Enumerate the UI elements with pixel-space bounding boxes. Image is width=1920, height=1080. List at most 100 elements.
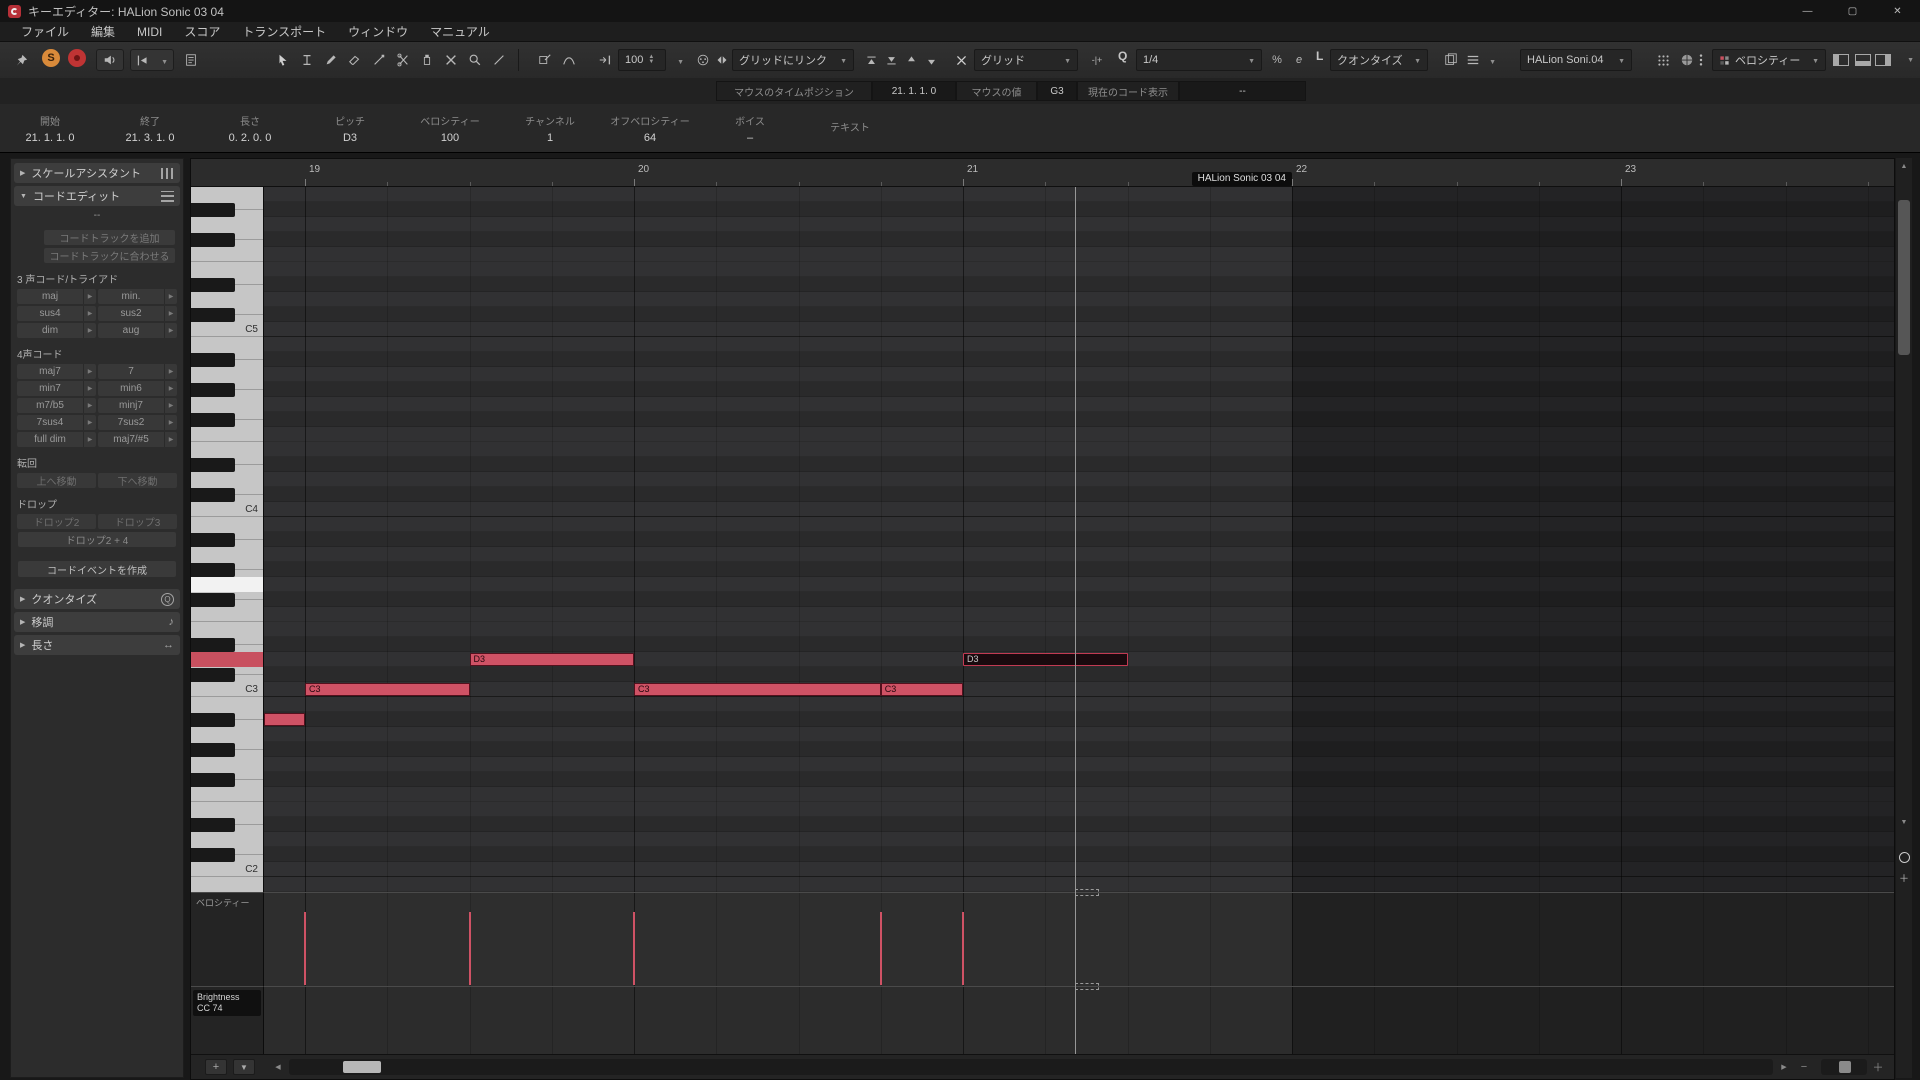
colors-wheel-icon[interactable] xyxy=(1676,49,1698,71)
quantize-preset-dropdown[interactable]: 1/4 xyxy=(1136,49,1262,71)
chord-button-aug[interactable]: aug xyxy=(98,323,177,338)
chord-button-maj7[interactable]: maj7 xyxy=(17,364,96,379)
create-chord-event-button[interactable]: コードイベントを作成 xyxy=(18,561,176,577)
chord-button-m7-b5[interactable]: m7/b5 xyxy=(17,398,96,413)
chord-button--3[interactable]: ドロップ3 xyxy=(98,514,177,529)
chord-variant-arrow-icon[interactable] xyxy=(83,381,96,396)
section-transpose[interactable]: 移調 ♪ xyxy=(14,612,180,632)
info-field-8[interactable]: テキスト xyxy=(800,104,900,152)
info-field-0[interactable]: 開始 21. 1. 1. 0 xyxy=(0,104,100,152)
select-tool[interactable] xyxy=(272,49,294,71)
menu-item-4[interactable]: トランスポート xyxy=(231,23,337,40)
chord-variant-arrow-icon[interactable] xyxy=(83,415,96,430)
piano-key-black[interactable] xyxy=(191,277,235,292)
drop-2-4-button[interactable]: ドロップ2 + 4 xyxy=(18,532,176,547)
chord-variant-arrow-icon[interactable] xyxy=(83,306,96,321)
piano-key-black[interactable] xyxy=(191,847,235,862)
lane-resize-handle[interactable] xyxy=(1074,983,1099,990)
info-field-1[interactable]: 終了 21. 3. 1. 0 xyxy=(100,104,200,152)
horizontal-zoom-slider[interactable] xyxy=(1821,1059,1867,1075)
insert-velocity-menu[interactable] xyxy=(668,49,684,71)
move-down-icon[interactable] xyxy=(922,49,940,71)
piano-key-black[interactable] xyxy=(191,772,235,787)
left-zone-toggle[interactable] xyxy=(1832,49,1850,71)
quantize-panel-icon[interactable]: e xyxy=(1290,49,1308,71)
chord-button--[interactable]: 下へ移動 xyxy=(98,473,177,488)
pin-editor-icon[interactable] xyxy=(10,49,32,71)
follow-chord-track-button[interactable]: コードトラックに合わせる xyxy=(44,248,175,263)
spinner-icon[interactable]: ▲ ▼ xyxy=(648,54,654,65)
trim-tool[interactable] xyxy=(368,49,390,71)
grid-type-dropdown[interactable]: グリッド xyxy=(974,49,1078,71)
snap-toggle-icon[interactable] xyxy=(950,49,972,71)
info-field-7[interactable]: ボイス – xyxy=(700,104,800,152)
chord-variant-arrow-icon[interactable] xyxy=(83,323,96,338)
zoom-slider-thumb[interactable] xyxy=(1839,1061,1851,1073)
scroll-up-button[interactable]: ▲ xyxy=(1896,158,1912,174)
piano-key-black[interactable] xyxy=(191,307,235,322)
mute-tool[interactable] xyxy=(440,49,462,71)
right-zone-toggle[interactable] xyxy=(1874,49,1892,71)
horizontal-scrollbar-thumb[interactable] xyxy=(343,1061,381,1073)
chord-variant-arrow-icon[interactable] xyxy=(83,289,96,304)
move-up-icon[interactable] xyxy=(902,49,920,71)
midi-note-c3[interactable]: C3 xyxy=(634,683,881,696)
insert-velocity-field[interactable]: 100 ▲ ▼ xyxy=(618,49,666,71)
piano-key-black[interactable] xyxy=(191,562,235,577)
chord-variant-arrow-icon[interactable] xyxy=(164,432,177,447)
piano-key-black[interactable] xyxy=(191,457,235,472)
lane-resize-handle[interactable] xyxy=(1074,889,1099,896)
snap-type-dropdown[interactable]: グリッドにリンク xyxy=(732,49,854,71)
lower-zone-toggle[interactable] xyxy=(1854,49,1872,71)
curve-mode-icon[interactable] xyxy=(558,49,580,71)
chord-variant-arrow-icon[interactable] xyxy=(164,289,177,304)
close-button[interactable]: ✕ xyxy=(1875,0,1920,22)
cc-lane-selector[interactable]: Brightness CC 74 xyxy=(193,990,261,1016)
chord-variant-arrow-icon[interactable] xyxy=(83,398,96,413)
part-list-menu[interactable] xyxy=(1482,49,1496,71)
chord-button-maj7-5[interactable]: maj7/#5 xyxy=(98,432,177,447)
section-chord-edit[interactable]: コードエディット xyxy=(14,186,180,206)
grid-relative-icon[interactable]: -|+ xyxy=(1086,49,1108,71)
edit-mode-icon[interactable] xyxy=(534,49,556,71)
chord-button--2[interactable]: ドロップ2 xyxy=(17,514,96,529)
midi-note-a#2[interactable] xyxy=(264,713,305,726)
note-expression-icon[interactable] xyxy=(180,49,202,71)
info-field-2[interactable]: 長さ 0. 2. 0. 0 xyxy=(200,104,300,152)
cc-lane[interactable] xyxy=(264,986,1894,1054)
add-chord-track-button[interactable]: コードトラックを追加 xyxy=(44,230,175,245)
add-lane-button[interactable]: + xyxy=(205,1059,227,1075)
section-quantize[interactable]: クオンタイズ Q xyxy=(14,589,180,609)
split-tool[interactable] xyxy=(392,49,414,71)
piano-key-black[interactable] xyxy=(191,382,235,397)
part-editing-mode-icon[interactable] xyxy=(1440,49,1462,71)
acoustic-feedback-button[interactable] xyxy=(96,49,124,71)
part-selector-dropdown[interactable]: HALion Soni.04 xyxy=(1520,49,1632,71)
menu-item-2[interactable]: MIDI xyxy=(126,25,173,39)
nudge-start-left-icon[interactable] xyxy=(862,49,880,71)
menu-item-6[interactable]: マニュアル xyxy=(419,23,501,40)
chord-variant-arrow-icon[interactable] xyxy=(83,364,96,379)
chord-variant-arrow-icon[interactable] xyxy=(164,415,177,430)
midi-note-c3[interactable]: C3 xyxy=(305,683,470,696)
chord-button-7[interactable]: 7 xyxy=(98,364,177,379)
chord-variant-arrow-icon[interactable] xyxy=(164,306,177,321)
glue-tool[interactable] xyxy=(416,49,438,71)
chord-button--[interactable]: 上へ移動 xyxy=(17,473,96,488)
maximize-button[interactable]: ▢ xyxy=(1830,0,1875,22)
part-name-tag[interactable]: HALion Sonic 03 04 xyxy=(1191,172,1292,186)
velocity-bar[interactable] xyxy=(468,912,471,985)
grid-matrix-icon[interactable] xyxy=(1652,49,1674,71)
chord-button-7sus4[interactable]: 7sus4 xyxy=(17,415,96,430)
velocity-bar[interactable] xyxy=(304,912,306,985)
velocity-lane[interactable] xyxy=(264,892,1894,986)
piano-key-black[interactable] xyxy=(191,667,235,682)
part-list-icon[interactable] xyxy=(1462,49,1484,71)
vertical-zoom-in-button[interactable]: ＋ xyxy=(1896,870,1912,885)
piano-key-highlight-g3[interactable] xyxy=(191,577,263,592)
chord-variant-arrow-icon[interactable] xyxy=(83,432,96,447)
lane-menu-button[interactable]: ▼ xyxy=(233,1059,255,1075)
section-scale-assistant[interactable]: スケールアシスタント xyxy=(14,163,180,183)
chord-button-minj7[interactable]: minj7 xyxy=(98,398,177,413)
midi-note-d3[interactable]: D3 xyxy=(963,653,1128,666)
